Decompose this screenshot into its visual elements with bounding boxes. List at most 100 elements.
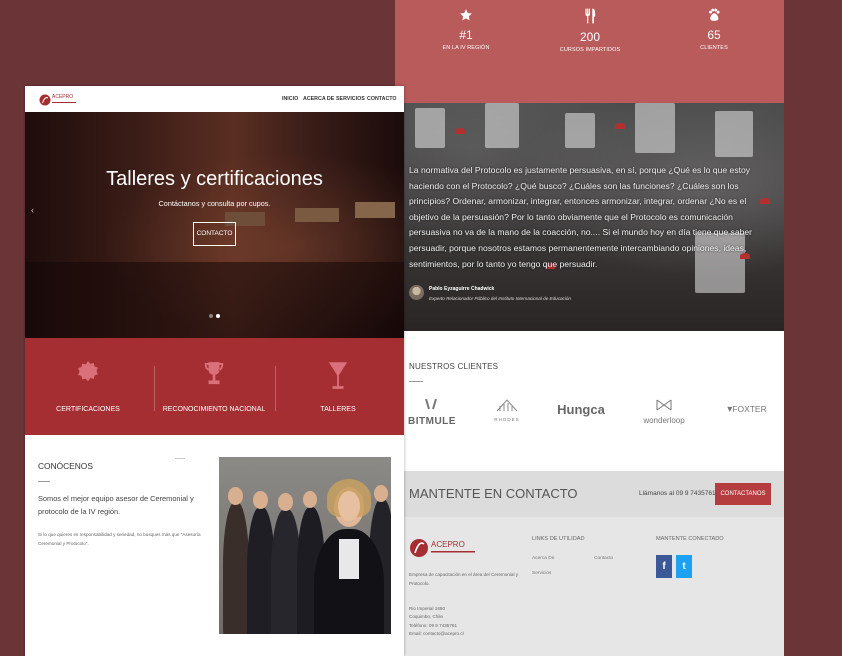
background-podium (295, 208, 339, 222)
feature-certificaciones: CERTIFICACIONES (25, 338, 151, 435)
testimonial-section: La normativa del Protocolo es justamente… (395, 103, 784, 331)
client-name: RHODES (494, 417, 520, 422)
hero-subtitle: Contáctanos y consulta por cupos. (158, 199, 271, 208)
clients-heading: NUESTROS CLIENTES (409, 362, 499, 371)
footer-description: Empresa de capacitación en el área del C… (409, 572, 519, 586)
testimonial-role: Experto Relacionador Público del Institu… (429, 296, 571, 301)
about-heading: CONÓCENOS (38, 461, 93, 471)
avatar (409, 285, 424, 300)
stat-clients: 65 CLIENTES (659, 8, 769, 51)
divider (409, 381, 423, 382)
footer-address: Rio Imperial 1690 Coquimbo, Chile Teléfo… (409, 605, 519, 638)
contact-phone-text: Llámanos al 09 9 7435761 or (639, 490, 724, 497)
stat-value: 200 (579, 30, 601, 44)
slider-dot-active[interactable] (216, 314, 220, 318)
client-name: Hungca (557, 402, 605, 417)
background-chair (565, 113, 595, 148)
paw-icon (709, 8, 720, 21)
nav-item-contacto[interactable]: CONTACTO (367, 96, 397, 102)
stat-ranking: #1 EN LA IV REGIÓN (411, 8, 521, 51)
navbar: ACEPRO INICIO ACERCA DE SERVICIOS CONTAC… (25, 86, 404, 112)
badge-icon (78, 361, 98, 382)
divider (38, 481, 50, 482)
background-chair (485, 103, 519, 148)
nav-logo-text: ACEPRO (52, 94, 74, 100)
cocktail-glass-icon (328, 362, 348, 389)
chevron-left-icon[interactable]: ‹ (31, 205, 34, 215)
testimonial-author: Pablo Eyzaguirre Chadwick (429, 286, 495, 292)
background-chair (715, 111, 753, 157)
contact-band: MANTENTE EN CONTACTO Llámanos al 09 9 74… (395, 471, 784, 517)
twitter-icon[interactable]: t (676, 555, 692, 578)
feature-reconocimiento: RECONOCIMIENTO NACIONAL (151, 338, 277, 435)
photo-head (303, 491, 317, 508)
feature-label: TALLERES (320, 406, 356, 413)
about-section: CONÓCENOS Somos el mejor equipo asesor d… (25, 435, 404, 656)
page-preview-secondary: #1 EN LA IV REGIÓN 200 CURSOS IMPARTIDOS… (395, 0, 784, 656)
facebook-icon[interactable]: f (656, 555, 672, 578)
divider (175, 458, 185, 459)
cutlery-icon (585, 8, 596, 24)
about-body-text: Si lo que quieres es responsabilidad y s… (38, 532, 201, 546)
client-logo-bitmule[interactable]: BITMULE (408, 398, 456, 427)
photo-face (338, 491, 360, 521)
background-napkin (455, 128, 465, 134)
features-band: CERTIFICACIONES RECONOCIMIENTO NACIONAL … (25, 338, 404, 435)
page-preview-home: ACEPRO INICIO ACERCA DE SERVICIOS CONTAC… (25, 86, 404, 656)
hero-contact-button[interactable]: CONTACTO (193, 222, 236, 246)
photo-person (223, 502, 249, 634)
client-logo-wonderloop[interactable]: wonderloop (639, 398, 689, 425)
address-line: Email: contacto@acepro.cl (409, 630, 464, 636)
testimonial-quote: La normativa del Protocolo es justamente… (409, 165, 753, 269)
feature-label: CERTIFICACIONES (56, 406, 120, 413)
feature-label: RECONOCIMIENTO NACIONAL (162, 406, 266, 413)
background-chair (415, 108, 445, 148)
hero-title: Talleres y certificaciones (106, 168, 323, 190)
background-napkin (615, 123, 625, 129)
nav-item-inicio[interactable]: INICIO (282, 96, 298, 102)
stat-label: CLIENTES (700, 45, 728, 51)
feature-talleres: TALLERES (275, 338, 401, 435)
contact-heading: MANTENTE EN CONTACTO (409, 486, 578, 501)
footer-logo[interactable]: ACEPRO (409, 535, 477, 566)
address-line: Teléfono: 09 9 7435761 (409, 622, 458, 628)
client-name: ▾FOXTER (727, 404, 767, 415)
footer-link-contacto[interactable]: Contacto (594, 556, 613, 561)
client-logo-rhodes[interactable]: RHODES (487, 398, 527, 422)
about-lead-text: Somos el mejor equipo asesor de Ceremoni… (38, 494, 194, 516)
hero-slider: Talleres y certificaciones Contáctanos y… (25, 112, 404, 338)
team-photo (219, 457, 391, 634)
address-line: Rio Imperial 1690 (409, 606, 446, 611)
nav-item-acerca[interactable]: ACERCA DE (303, 96, 334, 102)
photo-shirt (339, 539, 359, 579)
stats-bar: #1 EN LA IV REGIÓN 200 CURSOS IMPARTIDOS… (395, 0, 784, 103)
footer-links-heading: LINKS DE UTILIDAD (532, 536, 585, 542)
nav-logo[interactable]: ACEPRO (39, 93, 79, 112)
footer-link-acerca[interactable]: Acerca De (532, 556, 554, 561)
nav-item-servicios[interactable]: SERVICIOS (336, 96, 365, 102)
stat-courses: 200 CURSOS IMPARTIDOS (535, 8, 645, 53)
address-line: Coquimbo, Chile (409, 614, 443, 620)
photo-head (228, 487, 243, 505)
bowtie-icon (656, 399, 672, 411)
trophy-icon (204, 362, 224, 385)
stat-value: #1 (459, 28, 473, 42)
footer-link-servicios[interactable]: Servicios (532, 571, 551, 576)
client-name: BITMULE (408, 416, 456, 427)
contact-us-button[interactable]: CONTACTANOS (715, 483, 771, 505)
footer-logo-text: ACEPRO (431, 540, 465, 549)
client-name: wonderloop (643, 416, 685, 425)
building-icon (496, 399, 518, 412)
photo-head (374, 485, 388, 502)
background-chair (635, 103, 675, 153)
photo-head (253, 491, 268, 509)
bunny-icon (425, 398, 437, 410)
client-logo-hungca[interactable]: Hungca (555, 402, 607, 417)
slider-dot[interactable] (209, 314, 213, 318)
star-icon (460, 9, 472, 21)
client-logo-foxter[interactable]: ▾FOXTER (723, 404, 771, 415)
stat-label: EN LA IV REGIÓN (442, 45, 490, 51)
background-floor (25, 262, 404, 338)
photo-head (278, 493, 293, 511)
footer: ACEPRO Empresa de capacitación en el áre… (395, 517, 784, 656)
